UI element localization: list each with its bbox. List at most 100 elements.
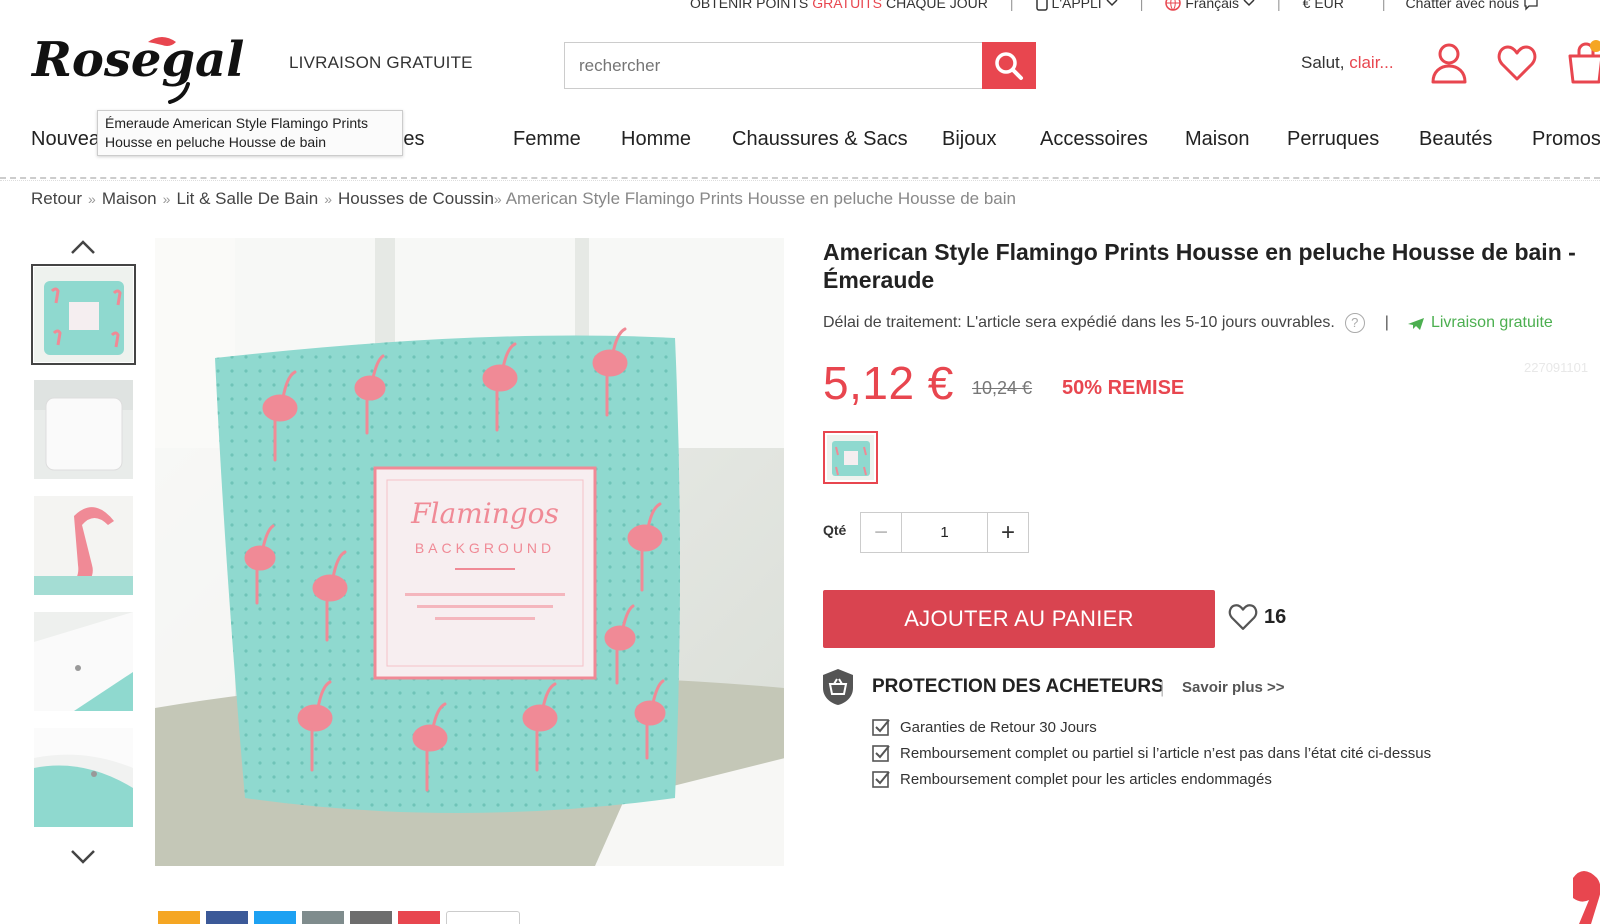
search-input[interactable] [564,42,982,89]
chat-bubble-icon [1524,0,1538,11]
points-prefix: OBTENIR POINTS [690,0,809,11]
share-bar [158,911,520,924]
product-sku: 227091101 [1524,360,1589,375]
nav-item-jewelry[interactable]: Bijoux [942,128,996,151]
processing-label: Délai de traitement: [823,314,962,331]
heart-icon [1228,604,1258,630]
processing-text: L'article sera expédié dans les 5-10 jou… [966,314,1335,331]
wishlist-count: 16 [1264,605,1287,628]
account-icon[interactable] [1430,42,1468,84]
thumbnails-up-icon[interactable] [69,238,97,256]
user-name: clair... [1349,53,1394,72]
discount-badge: 50% REMISE [1062,377,1185,399]
quantity-decrease-button[interactable]: − [861,513,902,552]
search-button[interactable] [982,42,1036,89]
nav-item-promos[interactable]: Promos [1532,128,1600,151]
nav-divider [0,177,1600,181]
breadcrumb-separator: » [88,191,96,207]
breadcrumb-home[interactable]: Maison [102,189,157,208]
breadcrumb: Retour» Maison» Lit & Salle De Bain» Housse… [31,189,1016,209]
breadcrumb-bed-bath[interactable]: Lit & Salle De Bain [176,189,318,208]
chat-label: Chatter avec nous [1405,0,1520,11]
guarantee-item: Remboursement complet pour les articles … [872,770,1272,788]
utility-bar: OBTENIR POINTS GRATUITS CHAQUE JOUR | L'… [690,0,1600,13]
thumbnail-4[interactable] [34,612,133,711]
print-icon[interactable] [302,911,344,924]
nav-item-shoes-bags[interactable]: Chaussures & Sacs [732,128,908,151]
rosegal-logo[interactable]: Rosegal [28,24,268,104]
free-delivery-badge: Livraison gratuite [1407,314,1553,332]
search-icon [995,51,1023,80]
main-product-image[interactable]: Flamingos BACKGROUND [155,238,784,866]
nav-item-women[interactable]: Femme [513,128,581,151]
guarantee-item: Remboursement complet ou partiel si l’ar… [872,744,1431,762]
greeting-text: Salut, [1301,53,1350,72]
chevron-down-icon [1243,0,1255,7]
nav-item-wigs[interactable]: Perruques [1287,128,1379,151]
pillow-subtitle: BACKGROUND [415,540,555,556]
quantity-input[interactable] [902,513,987,552]
quantity-increase-button[interactable]: + [987,513,1028,552]
breadcrumb-separator: » [324,191,332,207]
chat-link[interactable]: Chatter avec nous [1406,0,1540,11]
facebook-icon[interactable] [206,911,248,924]
pillow-title: Flamingos [410,497,559,530]
processing-time: Délai de traitement: L'article sera expé… [823,313,1553,333]
divider: | [1009,0,1014,11]
language-selector[interactable]: Français [1165,0,1255,11]
current-price: 5,12 € [823,357,954,409]
guarantee-text: Remboursement complet pour les articles … [900,770,1272,788]
divider: | [1139,0,1144,11]
flamingo-floating-icon[interactable] [1565,868,1600,924]
nav-item-home[interactable]: Maison [1185,128,1249,151]
share-button-points[interactable] [158,911,200,924]
color-swatch-emerald[interactable] [823,431,878,484]
checkbox-check-icon [872,745,890,762]
thumbnail-5[interactable] [34,728,133,827]
cart-count-badge [1590,40,1600,52]
breadcrumb-current: American Style Flamingo Prints Housse en… [505,189,1016,208]
buyer-protection-title: PROTECTION DES ACHETEURS [872,676,1164,697]
plane-icon [1407,318,1424,330]
nav-item-men[interactable]: Homme [621,128,691,151]
thumbnail-1[interactable] [31,264,136,365]
user-greeting[interactable]: Salut, clair... [1301,53,1394,73]
email-icon[interactable] [350,911,392,924]
globe-icon [1165,0,1182,11]
wishlist-button[interactable]: 16 [1228,603,1286,631]
currency-selector[interactable]: € EUR [1303,0,1344,11]
guarantee-text: Remboursement complet ou partiel si l’ar… [900,744,1432,762]
thumbnails-down-icon[interactable] [69,848,97,866]
more-share-icon[interactable] [398,911,440,924]
language-label: Français [1185,0,1240,11]
free-delivery-label: Livraison gratuite [1430,314,1553,331]
points-accent: GRATUITS [812,0,882,11]
original-price: 10,24 € [972,378,1033,398]
help-icon[interactable]: ? [1344,313,1365,333]
product-title: American Style Flamingo Prints Housse en… [823,239,1576,293]
quantity-stepper: − + [860,512,1029,553]
share-count-box [446,911,520,924]
points-promo-link[interactable]: OBTENIR POINTS GRATUITS CHAQUE JOUR [690,0,988,11]
breadcrumb-back[interactable]: Retour [31,189,82,208]
breadcrumb-separator: » [162,191,171,207]
nav-item-accessories[interactable]: Accessoires [1040,128,1148,151]
thumbnail-2[interactable] [34,380,133,479]
breadcrumb-cushion-covers[interactable]: Housses de Coussin [338,189,494,208]
wishlist-icon[interactable] [1497,44,1537,82]
breadcrumb-separator: » [493,191,502,207]
guarantee-text: Garanties de Retour 30 Jours [900,718,1097,736]
learn-more-link[interactable]: Savoir plus >> [1182,679,1285,696]
twitter-icon[interactable] [254,911,296,924]
phone-icon [1035,0,1048,11]
guarantee-item: Garanties de Retour 30 Jours [872,718,1097,736]
thumbnail-3[interactable] [34,496,133,595]
nav-item-beauty[interactable]: Beautés [1419,128,1492,151]
divider: | [1160,678,1165,697]
app-menu[interactable]: L'APPLI [1035,0,1118,11]
add-to-cart-button[interactable]: AJOUTER AU PANIER [823,590,1215,648]
checkbox-check-icon [872,719,890,736]
tooltip-line-1: Émeraude American Style Flamingo Prints [105,115,368,131]
image-tooltip: Émeraude American Style Flamingo Prints … [97,110,403,156]
divider: | [1277,0,1281,11]
